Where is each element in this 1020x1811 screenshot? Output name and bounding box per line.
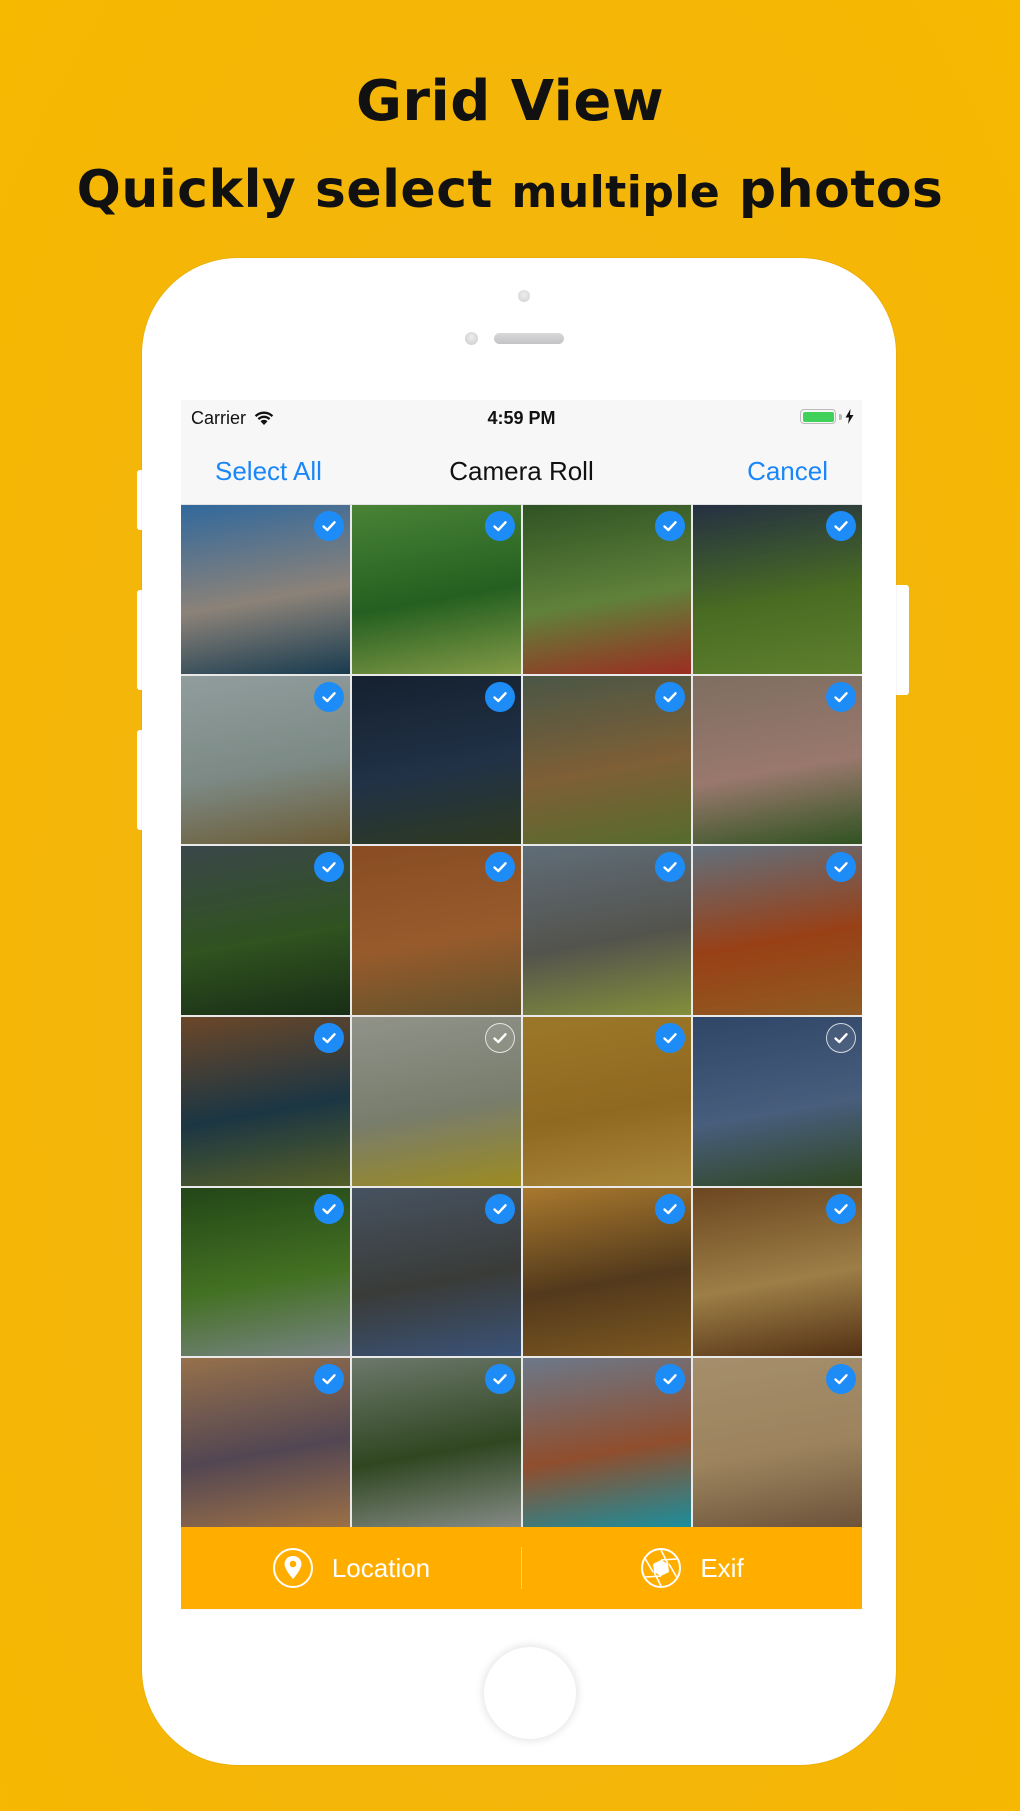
photo-thumbnail[interactable] (351, 1187, 521, 1357)
photo-thumbnail[interactable] (181, 1017, 350, 1186)
photo-thumbnail[interactable] (181, 675, 350, 845)
home-button[interactable] (484, 1647, 576, 1739)
photo-thumbnail[interactable] (351, 505, 521, 674)
photo-grid (181, 505, 862, 1527)
checkmark-selected-icon[interactable] (313, 681, 344, 712)
status-bar: Carrier 4:59 PM (181, 400, 862, 436)
photo-thumbnail[interactable] (693, 675, 862, 845)
photo-thumbnail[interactable] (351, 1017, 521, 1186)
promo-subtitle-part: multiple (511, 167, 721, 218)
exif-button[interactable]: Exif (522, 1527, 862, 1609)
checkmark-selected-icon[interactable] (313, 1193, 344, 1224)
checkmark-selected-icon[interactable] (313, 511, 344, 541)
checkmark-selected-icon[interactable] (826, 681, 856, 712)
photo-thumbnail[interactable] (351, 675, 521, 845)
photo-thumbnail[interactable] (181, 1187, 350, 1357)
photo-thumbnail[interactable] (522, 675, 692, 845)
photo-thumbnail[interactable] (522, 1017, 692, 1186)
checkmark-selected-icon[interactable] (313, 852, 344, 883)
promo-subtitle: Quickly select multiple photos (0, 160, 1020, 223)
checkmark-selected-icon[interactable] (655, 681, 686, 712)
status-time: 4:59 PM (487, 408, 556, 428)
front-camera (518, 290, 530, 302)
photo-thumbnail[interactable] (693, 1187, 862, 1357)
battery-fill (802, 411, 834, 422)
phone-screen: Carrier 4:59 PM Select All Camera Roll C… (181, 400, 862, 1610)
photo-thumbnail[interactable] (181, 505, 350, 674)
checkmark-selected-icon[interactable] (826, 511, 856, 541)
photo-thumbnail[interactable] (693, 846, 862, 1015)
checkmark-selected-icon[interactable] (313, 1364, 344, 1395)
promo-subtitle-part: photos (720, 160, 944, 220)
checkmark-selected-icon[interactable] (484, 511, 515, 541)
checkmark-selected-icon[interactable] (484, 852, 515, 883)
promo-title: Grid View (355, 69, 665, 134)
charging-bolt-icon (845, 409, 854, 424)
checkmark-selected-icon[interactable] (313, 1023, 344, 1053)
checkmark-selected-icon[interactable] (484, 1364, 515, 1395)
photo-thumbnail[interactable] (522, 505, 692, 674)
photo-thumbnail[interactable] (522, 846, 692, 1015)
checkmark-unselected-icon[interactable] (484, 1023, 515, 1053)
photo-thumbnail[interactable] (693, 505, 862, 674)
checkmark-selected-icon[interactable] (484, 1193, 515, 1224)
location-pin-icon (272, 1548, 313, 1588)
checkmark-selected-icon[interactable] (655, 1193, 686, 1224)
photo-thumbnail[interactable] (522, 1358, 692, 1527)
photo-thumbnail[interactable] (693, 1017, 862, 1186)
promo-subtitle-part: Quickly select (76, 160, 512, 220)
photo-thumbnail[interactable] (693, 1358, 862, 1527)
checkmark-unselected-icon[interactable] (826, 1023, 856, 1053)
aperture-icon (641, 1548, 682, 1588)
checkmark-selected-icon[interactable] (826, 1193, 856, 1224)
location-button[interactable]: Location (181, 1527, 521, 1609)
cancel-button[interactable]: Cancel (747, 456, 828, 487)
photo-thumbnail[interactable] (351, 846, 521, 1015)
photo-thumbnail[interactable] (351, 1358, 521, 1527)
checkmark-selected-icon[interactable] (484, 681, 515, 712)
photo-thumbnail[interactable] (181, 846, 350, 1015)
exif-label: Exif (700, 1552, 744, 1583)
navigation-bar: Select All Camera Roll Cancel (181, 436, 862, 505)
location-label: Location (331, 1552, 431, 1583)
battery-icon (800, 409, 836, 424)
battery-nub (839, 413, 842, 420)
photo-thumbnail[interactable] (181, 1358, 350, 1527)
bottom-toolbar: Location Exif (181, 1527, 862, 1609)
photo-thumbnail[interactable] (522, 1187, 692, 1357)
battery-indicator (800, 409, 854, 424)
earpiece-speaker (494, 333, 564, 344)
proximity-sensor (465, 332, 478, 345)
